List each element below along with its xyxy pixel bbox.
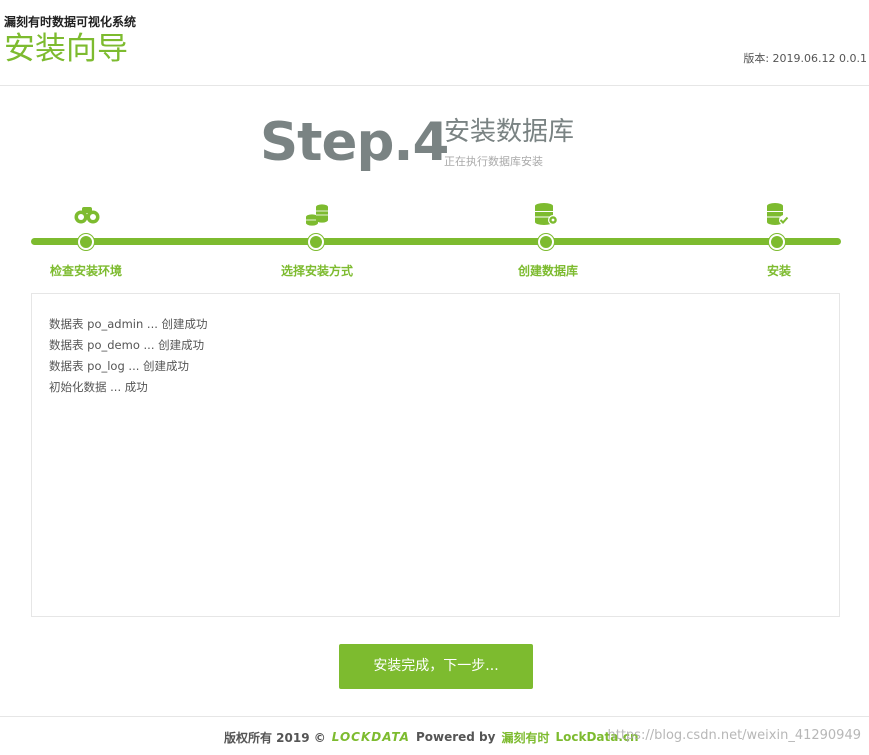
log-line: 数据表 po_admin ... 创建成功	[49, 317, 208, 331]
finish-next-button[interactable]: 安装完成，下一步...	[339, 644, 533, 689]
stage-dot-4	[769, 234, 785, 250]
step-subtitle: 正在执行数据库安装	[444, 155, 543, 168]
page-header: 漏刻有时数据可视化系统 安装向导 版本: 2019.06.12 0.0.1	[0, 0, 869, 86]
watermark: https://blog.csdn.net/weixin_41290949	[607, 728, 861, 743]
stage-label-3: 创建数据库	[517, 264, 578, 278]
stage-label-1: 检查安装环境	[49, 264, 122, 278]
install-log-panel: 数据表 po_admin ... 创建成功 数据表 po_demo ... 创建…	[31, 293, 840, 617]
wizard-title: 安装向导	[4, 31, 128, 67]
binoculars-icon	[74, 207, 100, 224]
footer: 版权所有 2019 © LOCKDATA Powered by 漏刻有时 Loc…	[224, 728, 639, 746]
version-label: 版本: 2019.06.12 0.0.1	[743, 52, 867, 65]
database-settings-icon	[535, 203, 558, 225]
coins-stack-icon	[306, 204, 328, 226]
powered-by-text: Powered by	[415, 730, 496, 744]
lockdata-logo: LOCKDATA	[331, 730, 410, 744]
stage-label-4: 安装	[766, 264, 791, 278]
log-line: 初始化数据 ... 成功	[49, 380, 148, 394]
progress-track	[31, 238, 841, 245]
log-line: 数据表 po_log ... 创建成功	[49, 359, 190, 373]
database-check-icon	[767, 203, 789, 225]
stage-dot-3	[538, 234, 554, 250]
log-line: 数据表 po_demo ... 创建成功	[49, 338, 205, 352]
stage-dot-1	[78, 234, 94, 250]
app-title: 漏刻有时数据可视化系统	[4, 15, 137, 29]
step-title: 安装数据库	[444, 117, 575, 147]
step-number: Step.4	[260, 112, 449, 173]
stage-label-2: 选择安装方式	[280, 264, 353, 278]
footer-divider	[0, 716, 869, 717]
brand-name[interactable]: 漏刻有时	[501, 729, 549, 746]
stage-dot-2	[308, 234, 324, 250]
copyright-text: 版权所有 2019 ©	[224, 730, 326, 745]
